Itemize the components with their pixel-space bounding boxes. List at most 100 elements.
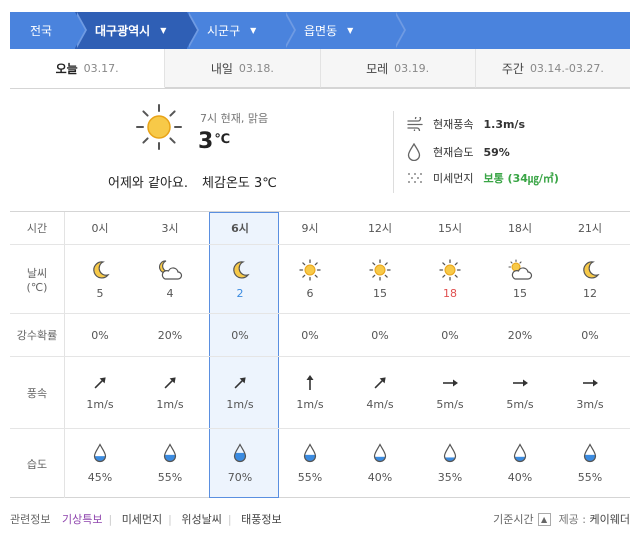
dust-value: 보통 (34㎍/㎥) — [483, 172, 559, 185]
hour-precip: 0% — [91, 328, 109, 342]
link-satellite[interactable]: 위성날씨 — [181, 513, 221, 526]
moon-icon — [89, 259, 111, 281]
hour-label: 21시 — [577, 222, 603, 235]
cloud-moon-icon — [157, 259, 183, 281]
humidity-value: 59% — [483, 145, 510, 159]
caret-down-icon: ▼ — [160, 26, 167, 35]
hour-humidity: 70% — [205, 429, 275, 498]
breadcrumb-district[interactable]: 시군구 ▼ — [187, 12, 296, 49]
dust-icon — [407, 172, 425, 184]
hour-weather: 6 — [275, 245, 345, 313]
tab-day-after[interactable]: 모레 03.19. — [320, 49, 476, 88]
humidity-label: 현재습도 — [433, 146, 474, 159]
wind-speed: 5m/s — [436, 398, 464, 411]
hour-wind: 1m/s — [135, 357, 205, 428]
wind-speed: 4m/s — [366, 398, 394, 411]
sun-icon — [299, 258, 321, 281]
hour-label: 3시 — [161, 222, 179, 235]
hour-temperature: 12 — [583, 286, 597, 300]
hour-temperature: 6 — [306, 286, 314, 300]
breadcrumb-town[interactable]: 읍면동 ▼ — [284, 12, 406, 49]
related-links: 관련정보 기상특보 | 미세먼지 | 위성날씨 | 태풍정보 — [10, 513, 282, 526]
wind-arrow-icon — [301, 374, 319, 392]
footer-meta: 기준시간 ▲ 제공 : 케이웨더 — [493, 511, 630, 527]
wind-arrow-icon — [231, 374, 249, 392]
wind-speed: 5m/s — [506, 398, 534, 411]
humidity-drop-icon — [511, 443, 529, 465]
wind-arrow-icon — [511, 374, 529, 392]
tab-date: 03.14.-03.27. — [529, 61, 604, 75]
wind-speed: 1m/s — [226, 398, 254, 411]
time-header: 시간 — [10, 212, 65, 244]
hour-label: 18시 — [507, 222, 533, 235]
link-weather-warning[interactable]: 기상특보 — [62, 513, 102, 526]
hour-precip: 20% — [507, 328, 533, 342]
humidity-percent: 45% — [87, 471, 113, 484]
hour-label: 9시 — [301, 222, 319, 235]
day-tabs: 오늘 03.17. 내일 03.18. 모레 03.19. 주간 03.14.-… — [10, 49, 630, 89]
wind-speed: 1m/s — [156, 398, 184, 411]
tab-date: 03.19. — [394, 61, 430, 75]
location-breadcrumb: 전국 대구광역시 ▼ 시군구 ▼ 읍면동 ▼ — [10, 12, 630, 49]
humidity-drop-icon — [231, 443, 249, 465]
wind-stat: 현재풍속 1.3m/s — [407, 116, 525, 132]
precip-row: 강수확률 0% 20% 0% 0% 0% 0% 20% 0% — [10, 314, 630, 356]
humidity-percent: 35% — [437, 471, 463, 484]
hour-humidity: 40% — [485, 429, 555, 498]
provider-label: 제공 : — [558, 513, 587, 526]
humidity-drop-icon — [441, 443, 459, 465]
temperature-unit: ℃ — [214, 132, 231, 147]
humidity-drop-icon — [301, 443, 319, 465]
wind-value: 1.3m/s — [483, 117, 525, 131]
hour-humidity: 40% — [345, 429, 415, 498]
comparison-text: 어제와 같아요. 체감온도 3℃ — [108, 172, 291, 191]
wind-speed: 3m/s — [576, 398, 604, 411]
hour-humidity: 45% — [65, 429, 135, 498]
hour-weather: 15 — [485, 245, 555, 313]
tab-tomorrow[interactable]: 내일 03.18. — [165, 49, 321, 88]
hour-temperature: 15 — [513, 286, 527, 300]
hour-temperature: 2 — [236, 286, 244, 300]
hour-label: 6시 — [231, 222, 249, 235]
provider-name[interactable]: 케이웨더 — [590, 513, 630, 526]
tab-date: 03.18. — [238, 61, 274, 75]
breadcrumb-label: 전국 — [30, 24, 53, 38]
caret-down-icon: ▼ — [250, 26, 257, 35]
humidity-percent: 40% — [507, 471, 533, 484]
caret-up-icon[interactable]: ▲ — [537, 512, 551, 526]
tab-label: 모레 — [366, 61, 389, 76]
current-temperature: 3℃ — [198, 129, 230, 154]
breadcrumb-city[interactable]: 대구광역시 ▼ — [75, 12, 199, 49]
hour-label: 15시 — [437, 222, 463, 235]
time-row: 시간 0시 3시 6시 9시 12시 15시 18시 21시 — [10, 212, 630, 244]
hour-wind: 1m/s — [275, 357, 345, 428]
hour-weather: 15 — [345, 245, 415, 313]
sun-icon — [369, 258, 391, 281]
divider — [393, 111, 394, 193]
hour-humidity: 55% — [135, 429, 205, 498]
hourly-forecast-table: 시간 0시 3시 6시 9시 12시 15시 18시 21시 날씨 (℃) 5 4 2 6 15 18 1… — [10, 212, 630, 498]
hour-temperature: 18 — [443, 286, 457, 300]
hour-precip: 0% — [581, 328, 599, 342]
weather-row: 날씨 (℃) 5 4 2 6 15 18 15 12 — [10, 245, 630, 313]
breadcrumb-nationwide[interactable]: 전국 — [10, 12, 87, 49]
tab-weekly[interactable]: 주간 03.14.-03.27. — [475, 49, 630, 88]
link-typhoon[interactable]: 태풍정보 — [241, 513, 281, 526]
humidity-drop-icon — [91, 443, 109, 465]
cloud-sun-icon — [507, 258, 533, 281]
humidity-percent: 55% — [157, 471, 183, 484]
link-fine-dust[interactable]: 미세먼지 — [122, 513, 162, 526]
hour-humidity: 35% — [415, 429, 485, 498]
humidity-drop-icon — [161, 443, 179, 465]
related-label: 관련정보 — [10, 513, 51, 526]
hour-humidity: 55% — [275, 429, 345, 498]
tab-today[interactable]: 오늘 03.17. — [10, 49, 166, 88]
hour-weather: 2 — [205, 245, 275, 313]
hour-precip: 0% — [231, 328, 249, 342]
wind-speed: 1m/s — [296, 398, 324, 411]
hour-wind: 4m/s — [345, 357, 415, 428]
basis-time-label: 기준시간 — [493, 513, 534, 526]
precip-header: 강수확률 — [10, 314, 65, 356]
observation-time: 7시 현재, 맑음 — [200, 112, 269, 125]
moon-icon — [579, 259, 601, 281]
